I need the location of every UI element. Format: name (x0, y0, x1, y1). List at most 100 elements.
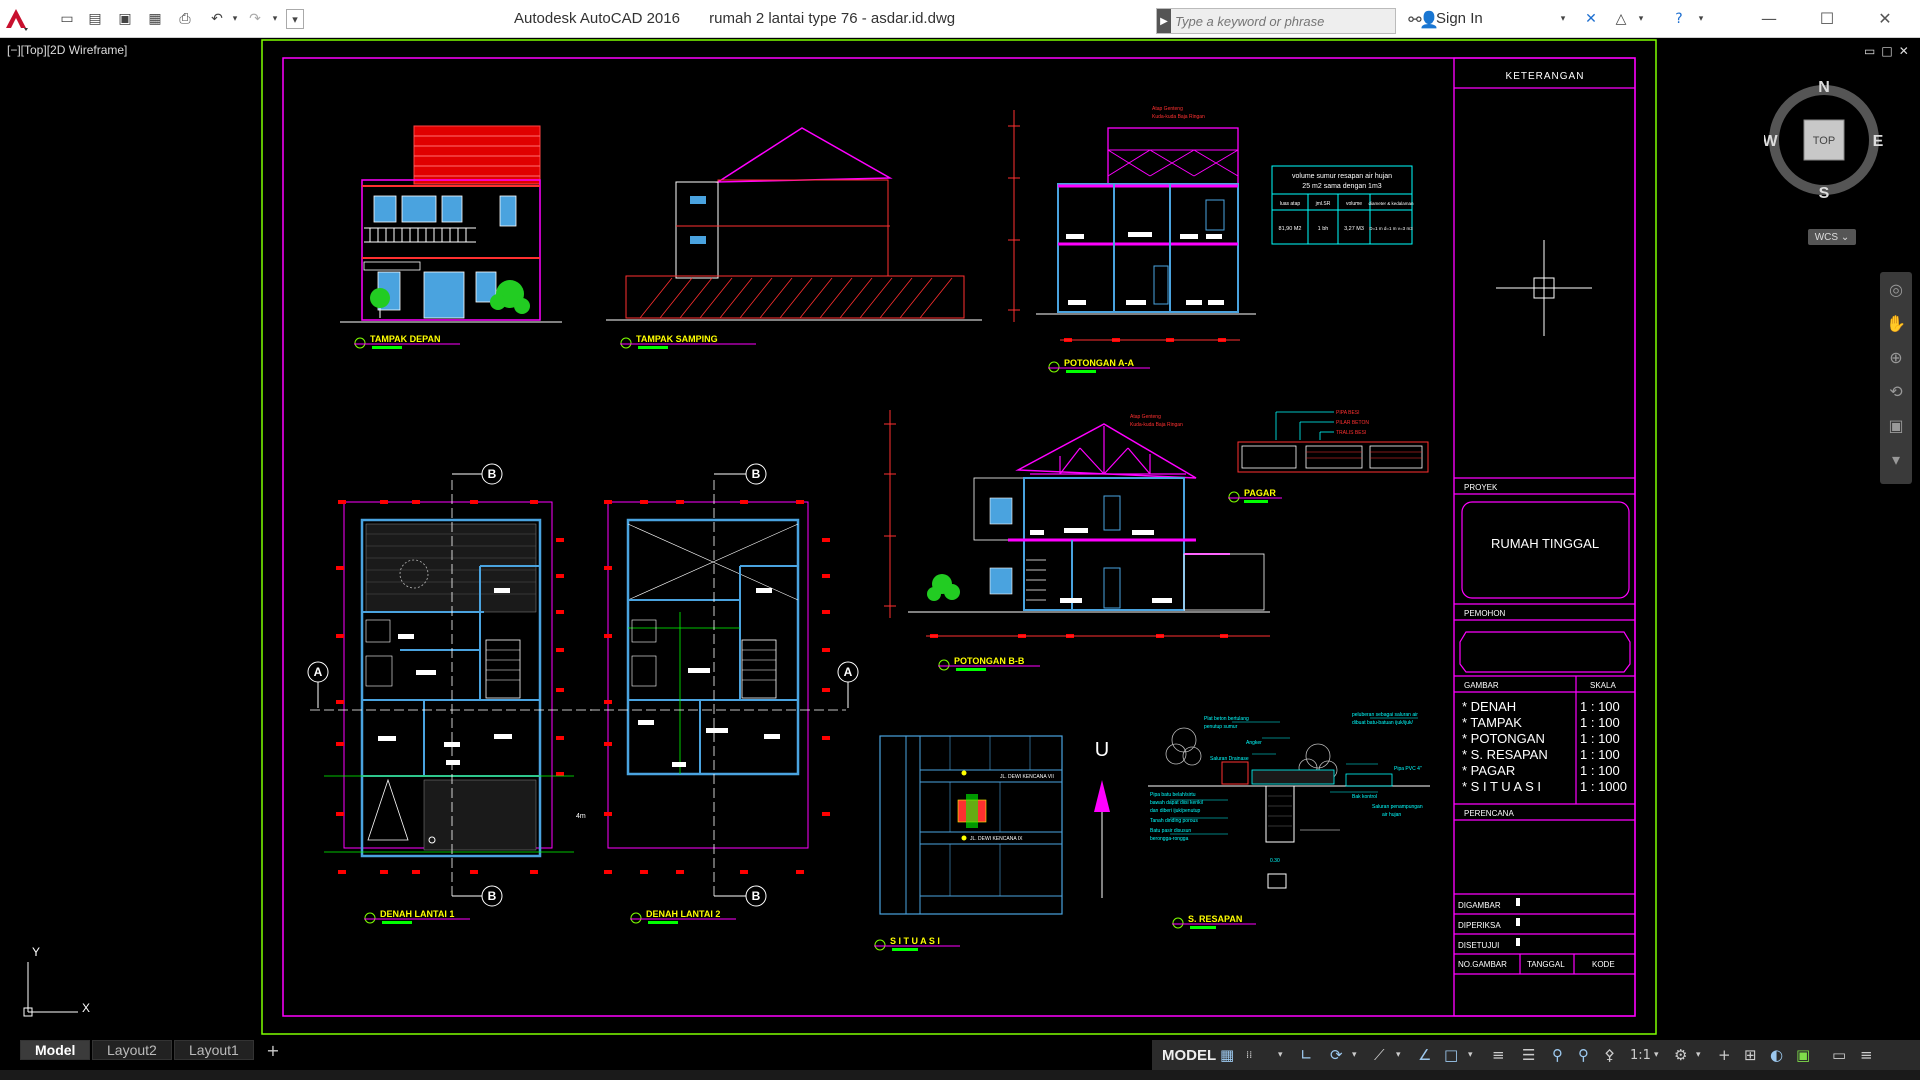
hardware-acceleration-icon[interactable]: ▣ (1796, 1044, 1810, 1066)
viewport-window-controls: ▭□✕ (1864, 44, 1915, 58)
resapan-heading-2: 25 m2 sama dengan 1m3 (1302, 183, 1381, 190)
nav-bar-menu-icon[interactable]: ▾ (1880, 442, 1912, 476)
object-snap-tracking-icon[interactable]: ∠ (1418, 1044, 1431, 1066)
save-icon[interactable]: ▣ (114, 9, 136, 29)
steering-wheel-icon[interactable]: ◎ (1880, 272, 1912, 306)
close-button[interactable]: ✕ (1862, 4, 1908, 32)
viewcube-south: S (1819, 185, 1830, 200)
svg-text:Batu pasir disusun: Batu pasir disusun (1150, 828, 1191, 834)
viewport-controls-label[interactable]: [−][Top][2D Wireframe] (7, 43, 127, 57)
osnap-dropdown-icon[interactable]: ▾ (1468, 1044, 1473, 1066)
clean-screen-icon[interactable]: ▭ (1832, 1044, 1846, 1066)
command-line-strip (0, 1070, 1920, 1080)
resapan-header: volume (1346, 201, 1362, 207)
resapan-header: luas atap (1280, 201, 1301, 207)
resapan-heading-1: volume sumur resapan air hujan (1292, 173, 1392, 180)
a360-dropdown-icon[interactable]: ▾ (1630, 9, 1652, 29)
pan-icon[interactable]: ✋ (1880, 306, 1912, 340)
tab-model[interactable]: Model (20, 1040, 91, 1060)
zoom-icon[interactable]: ⊕ (1880, 340, 1912, 374)
svg-text:penutup sumur: penutup sumur (1204, 724, 1238, 730)
resapan-cell: 1 bh (1318, 226, 1329, 232)
tab-layout1[interactable]: Layout1 (174, 1040, 254, 1060)
maximize-icon[interactable]: □ (1881, 44, 1898, 58)
open-icon[interactable]: ▤ (84, 9, 106, 29)
svg-text:Saluran penampungan: Saluran penampungan (1372, 804, 1423, 810)
redo-icon[interactable]: ↷ (244, 9, 266, 29)
proyek-label: PROYEK (1464, 483, 1498, 492)
exchange-icon[interactable]: ✕ (1580, 9, 1602, 29)
search-expand-icon[interactable]: ▶ (1157, 9, 1171, 33)
annotation-autoscale-icon[interactable]: ⚲ (1578, 1044, 1589, 1066)
window-title: Autodesk AutoCAD 2016 rumah 2 lantai typ… (514, 10, 955, 27)
grid-icon[interactable]: ▦ (1220, 1044, 1234, 1066)
search-box[interactable]: ▶ (1156, 8, 1396, 34)
maximize-button[interactable]: ☐ (1804, 4, 1850, 32)
svg-text:Atap Genteng: Atap Genteng (1130, 414, 1161, 420)
plot-icon[interactable]: ⎙ (174, 9, 196, 29)
undo-dropdown-icon[interactable]: ▾ (224, 9, 246, 29)
autocad-logo-icon[interactable] (4, 6, 28, 32)
units-icon[interactable]: ⊞ (1744, 1044, 1757, 1066)
tampak-depan-title: TAMPAK DEPAN (370, 334, 441, 344)
annotation-scale-icon[interactable]: ⚴ (1604, 1044, 1615, 1066)
snap-dropdown-icon[interactable]: ▾ (1278, 1044, 1283, 1066)
ucs-y-label: Y (32, 945, 40, 959)
sign-in-dropdown-icon[interactable]: ▾ (1552, 9, 1574, 29)
isodraft-dropdown-icon[interactable]: ▾ (1396, 1044, 1401, 1066)
viewcube[interactable]: TOP N S E W (1764, 80, 1884, 200)
digambar-label: DIGAMBAR (1458, 901, 1501, 910)
add-layout-icon[interactable]: + (260, 1040, 286, 1060)
ortho-icon[interactable]: ∟ (1300, 1044, 1313, 1066)
isolate-objects-icon[interactable]: ◐ (1770, 1044, 1783, 1066)
search-input[interactable] (1175, 11, 1385, 31)
minimize-button[interactable]: — (1746, 4, 1792, 32)
svg-text:Kuda-kuda Baja Ringan: Kuda-kuda Baja Ringan (1152, 114, 1205, 120)
workspace-gear-icon[interactable]: ⚙ (1674, 1044, 1687, 1066)
svg-text:JL. DEWI KENCANA VII: JL. DEWI KENCANA VII (1000, 774, 1054, 780)
showmotion-icon[interactable]: ▣ (1880, 408, 1912, 442)
customize-toolbar-icon[interactable]: ▾ (286, 9, 304, 29)
tab-layout2[interactable]: Layout2 (92, 1040, 172, 1060)
svg-text:JL. DEWI KENCANA IX: JL. DEWI KENCANA IX (970, 836, 1023, 842)
new-icon[interactable]: ▭ (56, 9, 78, 29)
gambar-scale: 1 : 100 (1580, 699, 1620, 714)
resapan-cell: D=1 m d=1 m v=3 m3 (1369, 226, 1413, 231)
drawing-canvas[interactable]: KETERANGAN PROYEK RUMAH TINGGAL PEMOHON … (0, 38, 1920, 1040)
close-icon[interactable]: ✕ (1899, 44, 1915, 58)
help-dropdown-icon[interactable]: ▾ (1690, 9, 1712, 29)
svg-text:0.30: 0.30 (1270, 858, 1280, 864)
gambar-item: * S. RESAPAN (1462, 747, 1548, 762)
snap-mode-icon[interactable]: ⁞⁞ (1246, 1044, 1252, 1066)
scale-dropdown-icon[interactable]: ▾ (1654, 1044, 1659, 1066)
svg-text:PIPA BESI: PIPA BESI (1336, 410, 1360, 416)
wcs-menu-button[interactable]: WCS ⌄ (1808, 229, 1856, 245)
annotation-monitor-icon[interactable]: + (1718, 1044, 1731, 1066)
restore-icon[interactable]: ▭ (1864, 44, 1881, 58)
workspace-dropdown-icon[interactable]: ▾ (1696, 1044, 1701, 1066)
section-marker-a: A (314, 665, 323, 679)
situasi-title: S I T U A S I (890, 936, 940, 946)
annotation-visibility-icon[interactable]: ⚲ (1552, 1044, 1563, 1066)
annotation-scale-value[interactable]: 1:1 (1630, 1044, 1651, 1066)
save-as-icon[interactable]: ▦ (144, 9, 166, 29)
lineweight-icon[interactable]: ≡ (1492, 1044, 1505, 1066)
svg-text:Bak kontrol: Bak kontrol (1352, 794, 1377, 800)
potongan-bb-title: POTONGAN B-B (954, 656, 1025, 666)
polar-dropdown-icon[interactable]: ▾ (1352, 1044, 1357, 1066)
customization-icon[interactable]: ≡ (1860, 1044, 1873, 1066)
polar-tracking-icon[interactable]: ⟳ (1330, 1044, 1343, 1066)
redo-dropdown-icon[interactable]: ▾ (264, 9, 286, 29)
sign-in-button[interactable]: Sign In (1436, 10, 1483, 27)
navigation-bar: ◎ ✋ ⊕ ⟲ ▣ ▾ (1880, 272, 1912, 484)
model-space-button[interactable]: MODEL (1158, 1044, 1220, 1066)
kode-label: KODE (1592, 960, 1615, 969)
orbit-icon[interactable]: ⟲ (1880, 374, 1912, 408)
autodesk-360-icon[interactable]: △ (1610, 9, 1632, 29)
svg-text:Pipa PVC 4": Pipa PVC 4" (1394, 766, 1422, 772)
isodraft-icon[interactable]: ⟋ (1374, 1044, 1385, 1066)
object-snap-icon[interactable]: □ (1444, 1044, 1458, 1066)
svg-text:air hujan: air hujan (1382, 812, 1401, 818)
transparency-icon[interactable]: ☰ (1522, 1044, 1535, 1066)
help-icon[interactable]: ? (1668, 9, 1690, 29)
